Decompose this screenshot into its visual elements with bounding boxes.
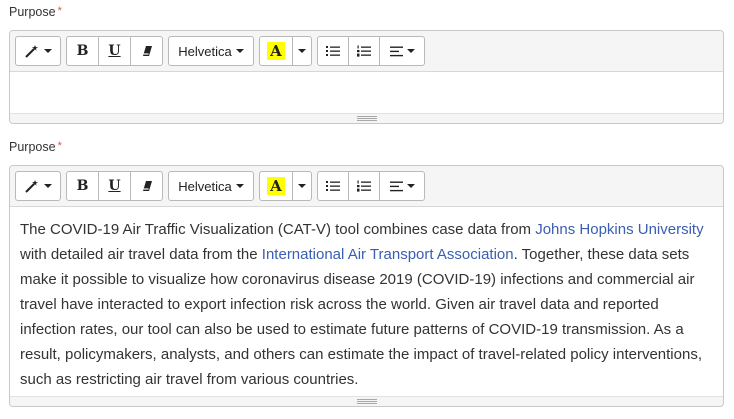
unordered-list-button[interactable] <box>317 171 349 201</box>
content-text: . Together, these data sets make it poss… <box>20 246 702 388</box>
font-name-value: Helvetica <box>178 43 232 59</box>
eraser-icon <box>142 46 152 56</box>
purpose-label-1: Purpose * <box>9 5 62 19</box>
content-text: with detailed air travel data from the <box>20 246 262 263</box>
magic-wand-icon <box>25 180 38 193</box>
chevron-down-icon <box>235 49 244 53</box>
chevron-down-icon <box>44 184 52 188</box>
editor-content-area[interactable]: The COVID-19 Air Traffic Visualization (… <box>10 207 723 392</box>
unordered-list-icon <box>326 46 340 56</box>
chevron-down-icon <box>406 49 415 53</box>
required-asterisk: * <box>57 140 62 152</box>
align-left-icon <box>389 46 403 56</box>
magic-wand-icon <box>25 45 38 58</box>
unordered-list-icon <box>326 181 340 191</box>
editor-toolbar: B U Helvetica A <box>10 31 723 72</box>
highlight-color-icon: A <box>267 42 285 60</box>
text-color-button[interactable]: A <box>259 36 293 66</box>
paragraph-dropdown-button[interactable] <box>379 36 425 66</box>
chevron-down-icon <box>298 184 306 188</box>
chevron-down-icon <box>235 184 244 188</box>
grip-icon <box>356 399 377 404</box>
purpose-editor-1: B U Helvetica A <box>9 30 724 124</box>
clear-format-button[interactable] <box>130 171 163 201</box>
chevron-down-icon <box>44 49 52 53</box>
editor-toolbar: B U Helvetica A <box>10 166 723 207</box>
bold-button[interactable]: B <box>66 36 99 66</box>
highlight-color-icon: A <box>267 177 285 195</box>
chevron-down-icon <box>298 49 306 53</box>
editor-content-area[interactable] <box>10 72 723 82</box>
resize-handle[interactable] <box>10 396 723 406</box>
font-name-value: Helvetica <box>178 178 232 194</box>
label-text: Purpose <box>9 5 56 19</box>
style-dropdown-button[interactable] <box>15 171 61 201</box>
color-dropdown-button[interactable] <box>292 171 312 201</box>
style-dropdown-button[interactable] <box>15 36 61 66</box>
clear-format-button[interactable] <box>130 36 163 66</box>
ordered-list-button[interactable] <box>348 171 380 201</box>
required-asterisk: * <box>57 5 62 17</box>
johns-hopkins-link[interactable]: Johns Hopkins University <box>535 221 703 238</box>
ordered-list-button[interactable] <box>348 36 380 66</box>
ordered-list-icon <box>357 180 371 192</box>
purpose-editor-2: B U Helvetica A The COVID-19 Air Traffic… <box>9 165 724 407</box>
underline-button[interactable]: U <box>98 36 131 66</box>
bold-button[interactable]: B <box>66 171 99 201</box>
font-name-dropdown[interactable]: Helvetica <box>168 36 254 66</box>
iata-link[interactable]: International Air Transport Association <box>262 246 514 263</box>
grip-icon <box>356 116 377 121</box>
ordered-list-icon <box>357 45 371 57</box>
underline-button[interactable]: U <box>98 171 131 201</box>
unordered-list-button[interactable] <box>317 36 349 66</box>
purpose-label-2: Purpose * <box>9 140 62 154</box>
font-name-dropdown[interactable]: Helvetica <box>168 171 254 201</box>
content-text: The COVID-19 Air Traffic Visualization (… <box>20 221 536 238</box>
chevron-down-icon <box>406 184 415 188</box>
align-left-icon <box>389 181 403 191</box>
text-color-button[interactable]: A <box>259 171 293 201</box>
eraser-icon <box>142 181 152 191</box>
paragraph-dropdown-button[interactable] <box>379 171 425 201</box>
label-text: Purpose <box>9 140 56 154</box>
color-dropdown-button[interactable] <box>292 36 312 66</box>
resize-handle[interactable] <box>10 113 723 123</box>
